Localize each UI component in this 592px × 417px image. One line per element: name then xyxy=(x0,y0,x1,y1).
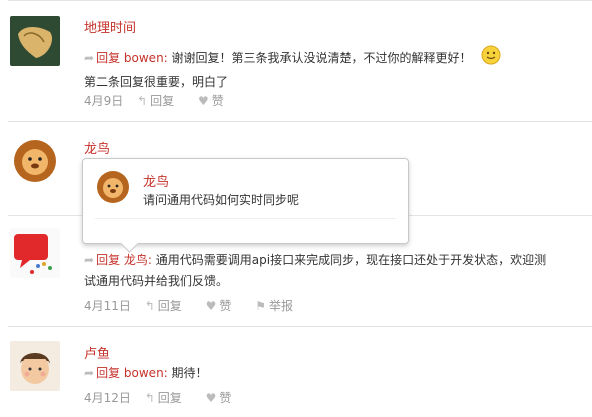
comment-date: 4月9日 xyxy=(84,94,124,108)
flag-icon: ⚑ xyxy=(255,299,267,313)
report-button[interactable]: ⚑ 举报 xyxy=(255,299,303,313)
comment-text: ➦ 回复 bowen: 期待！ xyxy=(84,363,582,384)
comment-actions: 4月9日 ↰ 回复 ♥ 赞 xyxy=(84,92,244,109)
avatar[interactable] xyxy=(10,341,60,391)
reply-label: 回复 xyxy=(157,391,182,405)
comment-text-line2: 第二条回复很重要，明白了 xyxy=(84,75,229,89)
popup-divider xyxy=(95,218,396,219)
like-label: 赞 xyxy=(219,299,232,313)
like-button[interactable]: ♥ 赞 xyxy=(206,391,242,405)
like-button[interactable]: ♥ 赞 xyxy=(198,94,234,108)
avatar[interactable] xyxy=(10,16,60,66)
popup-avatar[interactable] xyxy=(95,169,131,205)
comment-text-line2: 试通用代码并给我们反馈。 xyxy=(84,274,229,288)
popup-username[interactable]: 龙鸟 xyxy=(143,171,169,190)
comment-date: 4月11日 xyxy=(84,299,131,313)
like-label: 赞 xyxy=(211,94,224,108)
smiley-icon xyxy=(481,45,501,72)
reply-icon: ↰ xyxy=(144,391,155,405)
comment-text: ➦ 回复 龙鸟: 通用代码需要调用api接口来完成同步，现在接口还处于开发状态，欢… xyxy=(84,250,582,292)
reply-icon: ↰ xyxy=(144,299,155,313)
reply-button[interactable]: ↰ 回复 xyxy=(137,94,184,108)
reply-button[interactable]: ↰ 回复 xyxy=(145,391,192,405)
like-button[interactable]: ♥ 赞 xyxy=(206,299,242,313)
comment-text-line1: 谢谢回复！第三条我承认没说清楚，不过你的解释更好！ xyxy=(171,51,472,65)
user-hover-card: 龙鸟 请问通用代码如何实时同步呢 xyxy=(82,158,409,253)
popup-comment-text: 请问通用代码如何实时同步呢 xyxy=(143,193,300,207)
comment-text-line1: 通用代码需要调用api接口来完成同步，现在接口还处于开发状态，欢迎测 xyxy=(155,253,547,267)
reply-prefix: 回复 xyxy=(96,253,121,267)
reply-label: 回复 xyxy=(157,299,182,313)
reply-icon: ↰ xyxy=(137,94,148,108)
heart-icon: ♥ xyxy=(205,391,217,405)
reply-arrow-icon: ➦ xyxy=(84,366,95,380)
reply-arrow-icon: ➦ xyxy=(84,51,95,65)
reply-target-link[interactable]: bowen: xyxy=(124,366,168,380)
heart-icon: ♥ xyxy=(205,299,217,313)
comment-text-line1: 期待！ xyxy=(171,366,208,380)
username[interactable]: 龙鸟 xyxy=(84,138,110,157)
username[interactable]: 卢鱼 xyxy=(84,343,110,362)
reply-arrow-icon: ➦ xyxy=(84,253,95,267)
reply-target-link[interactable]: bowen: xyxy=(124,51,168,65)
divider xyxy=(8,0,592,1)
reply-target-link[interactable]: 龙鸟: xyxy=(124,253,152,267)
report-label: 举报 xyxy=(269,299,294,313)
divider xyxy=(8,326,592,327)
comment-actions: 4月12日 ↰ 回复 ♥ 赞 xyxy=(84,389,251,406)
divider xyxy=(8,121,592,122)
comment-actions: 4月11日 ↰ 回复 ♥ 赞 ⚑ 举报 xyxy=(84,297,313,314)
comment-text: ➦ 回复 bowen: 谢谢回复！第三条我承认没说清楚，不过你的解释更好！ 第二条… xyxy=(84,45,582,93)
reply-label: 回复 xyxy=(150,94,175,108)
reply-button[interactable]: ↰ 回复 xyxy=(145,299,192,313)
heart-icon: ♥ xyxy=(198,94,209,108)
comment-date: 4月12日 xyxy=(84,391,131,405)
username[interactable]: 地理时间 xyxy=(84,17,136,36)
like-label: 赞 xyxy=(219,391,232,405)
avatar[interactable] xyxy=(10,228,60,278)
avatar[interactable] xyxy=(10,136,60,186)
reply-prefix: 回复 xyxy=(96,366,121,380)
reply-prefix: 回复 xyxy=(96,51,121,65)
